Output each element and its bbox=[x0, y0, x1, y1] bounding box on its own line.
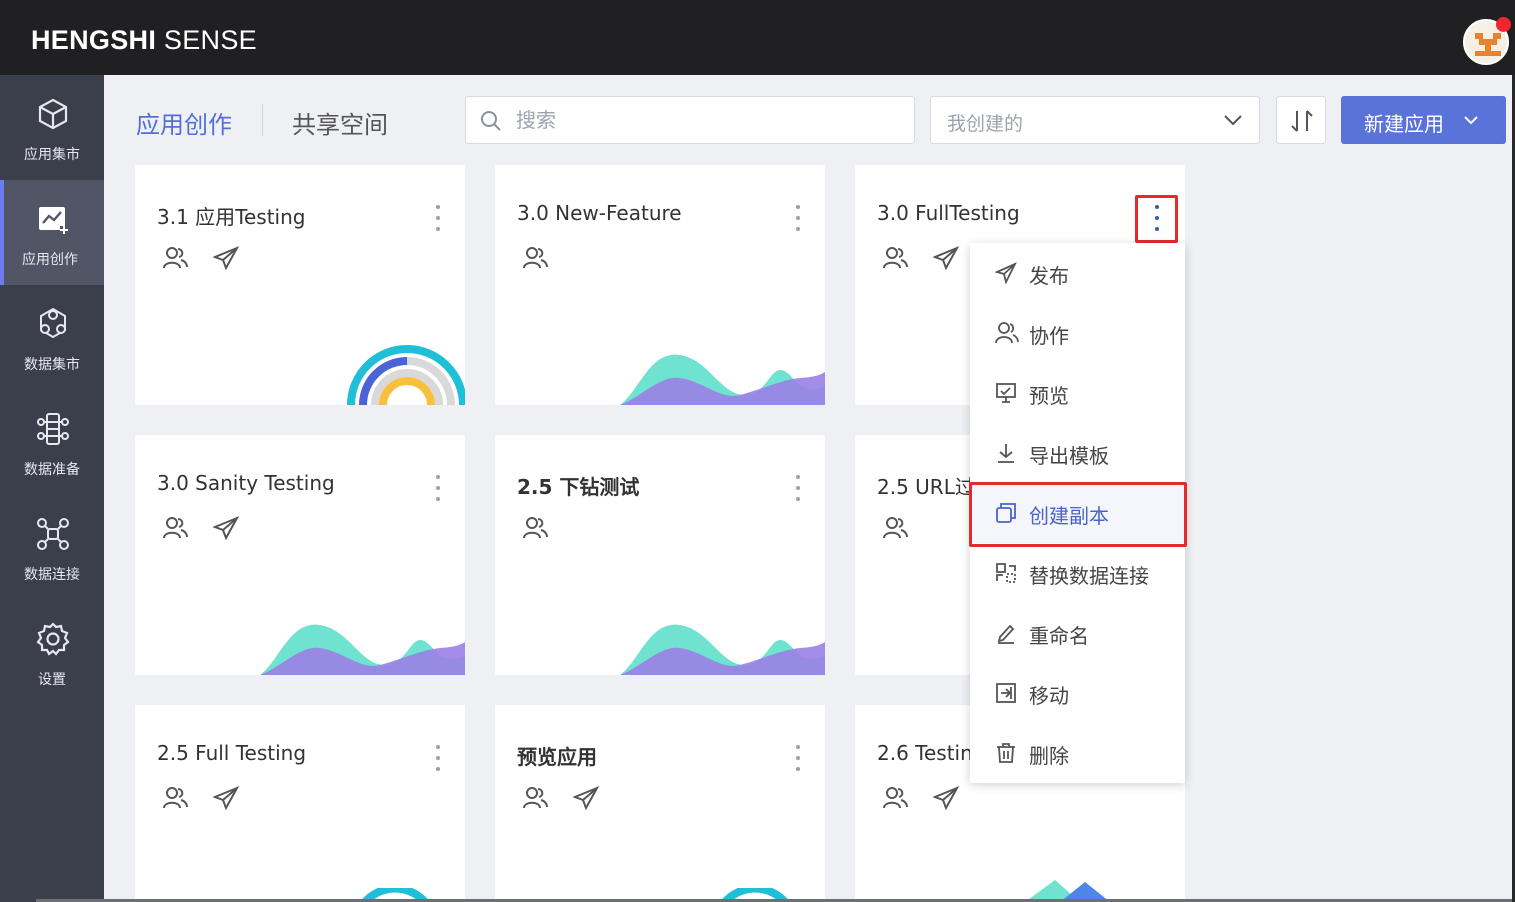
sidebar-item-app-creation[interactable]: 应用创作 bbox=[0, 180, 104, 285]
app-card[interactable]: 3.0 New-Feature bbox=[495, 165, 825, 405]
app-card[interactable]: 预览应用 bbox=[495, 705, 825, 902]
publish-icon[interactable] bbox=[933, 246, 959, 270]
app-card-title: 3.0 New-Feature bbox=[517, 201, 682, 225]
sort-button[interactable] bbox=[1276, 96, 1326, 144]
app-card-title: 2.5 Full Testing bbox=[157, 741, 307, 765]
swap-connection-icon bbox=[996, 563, 1016, 583]
more-options-button[interactable] bbox=[429, 472, 447, 506]
app-card-title: 2.5 URL过 bbox=[877, 475, 975, 499]
publish-icon[interactable] bbox=[573, 786, 599, 810]
menu-item-replace-connection[interactable]: 替换数据连接 bbox=[970, 543, 1185, 603]
dataset-icon bbox=[40, 307, 66, 339]
publish-icon[interactable] bbox=[933, 786, 959, 810]
publish-icon[interactable] bbox=[213, 246, 239, 270]
gear-icon bbox=[36, 622, 70, 656]
collaborators-icon bbox=[883, 247, 908, 269]
tab-shared-space[interactable]: 共享空间 bbox=[292, 105, 388, 140]
sort-icon bbox=[1291, 110, 1313, 132]
collaborators-icon bbox=[883, 517, 908, 539]
send-icon bbox=[995, 262, 1017, 284]
menu-item-preview[interactable]: 预览 bbox=[970, 363, 1185, 423]
brand-logo: HENGSHI SENSE bbox=[31, 25, 257, 55]
new-app-button[interactable]: 新建应用 bbox=[1341, 96, 1506, 144]
sidebar-item-data-prep[interactable]: 数据准备 bbox=[0, 390, 104, 495]
connection-icon bbox=[37, 518, 69, 550]
area-chart-thumbnail bbox=[620, 624, 825, 675]
menu-item-move[interactable]: 移动 bbox=[970, 663, 1185, 723]
area-chart-thumbnail bbox=[260, 624, 465, 675]
app-card[interactable]: 2.5 下钻测试 bbox=[495, 435, 825, 675]
menu-item-export-template[interactable]: 导出模板 bbox=[970, 423, 1185, 483]
collaborators-icon bbox=[163, 517, 188, 539]
app-card-title: 3.0 Sanity Testing bbox=[157, 471, 335, 495]
data-prep-icon bbox=[37, 413, 69, 445]
app-card-title: 3.1 应用Testing bbox=[157, 205, 306, 229]
collaborators-icon bbox=[523, 787, 548, 809]
trash-icon bbox=[997, 743, 1015, 763]
menu-item-publish[interactable]: 发布 bbox=[970, 243, 1185, 303]
sidebar-item-settings[interactable]: 设置 bbox=[0, 600, 104, 705]
search-box[interactable] bbox=[465, 96, 915, 144]
more-options-button[interactable] bbox=[789, 742, 807, 776]
collaborators-icon bbox=[163, 787, 188, 809]
collaborators-icon bbox=[163, 247, 188, 269]
pencil-icon bbox=[997, 624, 1015, 644]
tab-app-creation[interactable]: 应用创作 bbox=[136, 105, 232, 140]
collaborators-icon bbox=[523, 517, 548, 539]
collaborators-icon bbox=[523, 247, 548, 269]
app-card-title: 预览应用 bbox=[517, 745, 597, 769]
sidebar-item-data-connection[interactable]: 数据连接 bbox=[0, 495, 104, 600]
notification-dot bbox=[1496, 17, 1511, 32]
move-icon bbox=[996, 683, 1016, 703]
app-card[interactable]: 3.1 应用Testing bbox=[135, 165, 465, 405]
chevron-down-icon bbox=[1464, 116, 1478, 125]
app-card-title: 3.0 FullTesting bbox=[877, 201, 1020, 225]
owner-filter-select[interactable]: 我创建的 bbox=[930, 96, 1260, 144]
search-input[interactable] bbox=[516, 107, 896, 133]
app-card[interactable]: 3.0 Sanity Testing bbox=[135, 435, 465, 675]
highlight-box bbox=[969, 482, 1187, 547]
menu-item-collaborate[interactable]: 协作 bbox=[970, 303, 1185, 363]
cube-icon bbox=[38, 98, 68, 130]
tab-divider bbox=[262, 104, 263, 136]
top-bar: HENGSHI SENSE bbox=[0, 0, 1515, 75]
more-options-button[interactable] bbox=[789, 472, 807, 506]
gauge-thumbnail bbox=[347, 345, 465, 405]
publish-icon[interactable] bbox=[213, 786, 239, 810]
app-card[interactable]: 2.5 Full Testing bbox=[135, 705, 465, 902]
chart-edit-icon bbox=[39, 207, 68, 234]
sidebar-item-app-market[interactable]: 应用集市 bbox=[0, 75, 104, 180]
users-icon bbox=[995, 322, 1019, 344]
menu-item-rename[interactable]: 重命名 bbox=[970, 603, 1185, 663]
sidebar-item-data-market[interactable]: 数据集市 bbox=[0, 285, 104, 390]
more-options-button[interactable] bbox=[429, 742, 447, 776]
chevron-down-icon bbox=[1224, 115, 1242, 126]
collaborators-icon bbox=[883, 787, 908, 809]
publish-icon[interactable] bbox=[213, 516, 239, 540]
menu-item-delete[interactable]: 删除 bbox=[970, 723, 1185, 783]
more-options-button[interactable] bbox=[789, 202, 807, 236]
more-options-button[interactable] bbox=[429, 202, 447, 236]
app-card-title: 2.5 下钻测试 bbox=[517, 475, 640, 499]
more-options-button-active[interactable] bbox=[1135, 195, 1178, 243]
download-icon bbox=[998, 444, 1014, 463]
area-chart-thumbnail bbox=[620, 354, 825, 405]
sidebar: 应用集市 应用创作 数据集市 数据准备 数据连接 设置 bbox=[0, 75, 104, 902]
search-icon bbox=[481, 111, 501, 131]
preview-icon bbox=[996, 383, 1016, 403]
